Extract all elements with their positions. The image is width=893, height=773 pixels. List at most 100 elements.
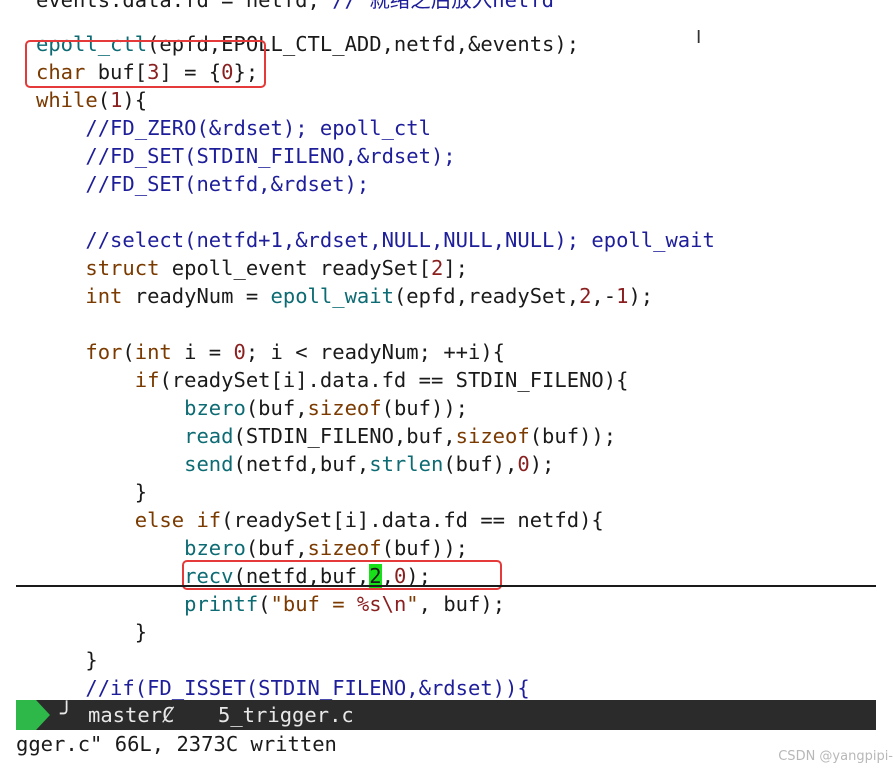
code-line[interactable]: else if(readySet[i].data.fd == netfd){	[36, 506, 604, 534]
code-line[interactable]: }	[36, 478, 147, 506]
text-cursor-icon: I	[696, 27, 702, 48]
code-token: if	[134, 368, 160, 392]
code-token: "buf =	[270, 592, 357, 616]
git-branch-label: masterȻ	[88, 703, 175, 727]
code-token: sizeof	[307, 536, 382, 560]
code-token: i =	[171, 340, 234, 364]
code-token: (buf));	[381, 536, 469, 560]
code-token: (readySet[i].data.fd == netfd){	[221, 508, 604, 532]
code-line[interactable]: int readyNum = epoll_wait(epfd,readySet,…	[36, 282, 653, 310]
code-token: // 就绪之后放入netfd	[332, 0, 554, 12]
code-line[interactable]: read(STDIN_FILENO,buf,sizeof(buf));	[36, 422, 616, 450]
code-token: 2	[430, 256, 444, 280]
code-token: }	[36, 620, 148, 644]
code-token: (buf,	[245, 536, 308, 560]
code-line[interactable]: printf("buf = %s\n", buf);	[36, 590, 505, 618]
code-token: for	[85, 340, 123, 364]
code-line[interactable]: bzero(buf,sizeof(buf));	[36, 534, 468, 562]
code-token: ];	[443, 256, 468, 280]
code-line[interactable]: send(netfd,buf,strlen(buf),0);	[36, 450, 554, 478]
code-line[interactable]: if(readySet[i].data.fd == STDIN_FILENO){	[36, 366, 629, 394]
code-token: (buf));	[529, 424, 617, 448]
code-token: events.data.fd = netfd;	[36, 0, 333, 12]
code-token: epoll_wait	[270, 284, 394, 308]
code-token: (	[97, 88, 111, 112]
code-token: (	[258, 592, 271, 616]
code-token: ,-	[591, 284, 617, 308]
code-line[interactable]: events.data.fd = netfd; // 就绪之后放入netfd	[36, 0, 554, 14]
file-name: 5_trigger.c	[218, 703, 354, 727]
code-token: ){	[122, 88, 148, 112]
code-token: sizeof	[307, 396, 382, 420]
code-token: (buf),	[443, 452, 518, 476]
code-token: while	[36, 88, 98, 112]
code-token: , buf);	[418, 592, 506, 616]
cursor-line-indicator	[16, 585, 876, 587]
code-line[interactable]: //if(FD_ISSET(STDIN_FILENO,&rdset)){	[36, 674, 530, 700]
code-token: read	[184, 424, 234, 448]
status-bar: ╯ masterȻ 5_trigger.c	[16, 700, 876, 730]
code-token: epoll_event readySet[	[159, 256, 431, 280]
code-token: (buf));	[381, 396, 469, 420]
code-token: if	[196, 508, 222, 532]
code-token: int	[134, 340, 172, 364]
code-token: 2	[579, 284, 592, 308]
code-token: //FD_ZERO(&rdset); epoll_ctl	[85, 116, 431, 140]
code-token: else	[134, 508, 185, 532]
code-editor[interactable]: events.data.fd = netfd; // 就绪之后放入netfd ep…	[16, 0, 876, 700]
code-token: printf	[184, 592, 259, 616]
code-token: //FD_SET(netfd,&rdset);	[85, 172, 370, 196]
code-line[interactable]: //select(netfd+1,&rdset,NULL,NULL,NULL);…	[36, 226, 715, 254]
code-token: (epfd,readySet,	[393, 284, 580, 308]
code-token: }	[36, 480, 148, 504]
code-line[interactable]: struct epoll_event readySet[2];	[36, 254, 468, 282]
code-token: strlen	[369, 452, 444, 476]
code-line[interactable]: //FD_SET(STDIN_FILENO,&rdset);	[36, 142, 456, 170]
code-line[interactable]: for(int i = 0; i < readyNum; ++i){	[36, 338, 505, 366]
watermark: CSDN @yangpipi-	[778, 749, 893, 764]
git-branch-icon: ╯	[60, 702, 74, 727]
code-token: (STDIN_FILENO,buf,	[233, 424, 456, 448]
mode-indicator-arrow	[36, 700, 50, 730]
code-token: "	[406, 592, 419, 616]
code-line[interactable]: while(1){	[36, 86, 147, 114]
code-line[interactable]: bzero(buf,sizeof(buf));	[36, 394, 468, 422]
code-token: }	[36, 648, 98, 672]
code-token: %s\n	[356, 592, 407, 616]
code-token: sizeof	[455, 424, 530, 448]
code-token: 0	[517, 452, 530, 476]
code-token: );	[628, 284, 654, 308]
command-line-message: gger.c" 66L, 2373C written	[16, 732, 337, 756]
code-token: 1	[110, 88, 123, 112]
mode-indicator	[16, 700, 36, 730]
code-token: bzero	[184, 536, 246, 560]
code-token: send	[184, 452, 234, 476]
code-token: //FD_SET(STDIN_FILENO,&rdset);	[85, 144, 456, 168]
code-token: int	[85, 284, 123, 308]
code-token: //if(FD_ISSET(STDIN_FILENO,&rdset)){	[85, 676, 530, 700]
code-token: (readySet[i].data.fd == STDIN_FILENO){	[159, 368, 629, 392]
code-line[interactable]: }	[36, 618, 147, 646]
code-token: bzero	[184, 396, 246, 420]
code-token: );	[529, 452, 555, 476]
code-line[interactable]: //FD_SET(netfd,&rdset);	[36, 170, 369, 198]
code-token: struct	[85, 256, 160, 280]
code-token: //select(netfd+1,&rdset,NULL,NULL,NULL);…	[85, 228, 715, 252]
code-line[interactable]: //FD_ZERO(&rdset); epoll_ctl	[36, 114, 431, 142]
code-token: 0	[233, 340, 246, 364]
code-line[interactable]: }	[36, 646, 98, 674]
code-token: readyNum =	[122, 284, 271, 308]
code-token: (	[122, 340, 135, 364]
code-token: (netfd,buf,	[233, 452, 370, 476]
